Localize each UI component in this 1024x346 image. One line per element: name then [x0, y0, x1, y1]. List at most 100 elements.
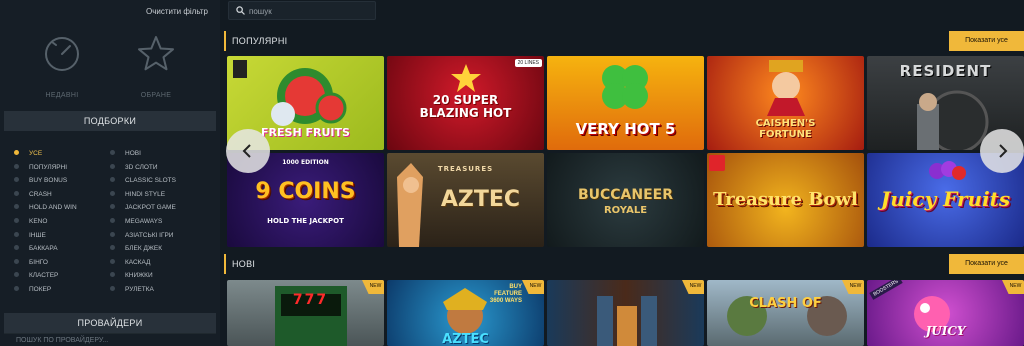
game-title: JUICY [925, 324, 966, 338]
game-tile-very-hot-5[interactable]: VERY HOT 5 [547, 56, 704, 150]
casino-lobby: Очистити фільтр НЕДАВНІ ОБРАНЕ ПОДБОРКИ … [0, 0, 1024, 346]
game-title: AZTEC [442, 332, 489, 346]
radio-dot-icon [110, 231, 115, 237]
category-item[interactable]: ПОКЕР [14, 284, 51, 295]
game-title: 9 COINS [255, 179, 356, 204]
carousel-prev-button[interactable] [226, 129, 270, 173]
clock-icon [45, 37, 79, 71]
category-item[interactable]: MEGAWAYS [110, 216, 162, 227]
recent-label: НЕДАВНІ [45, 92, 79, 99]
clover-icon [602, 65, 648, 109]
resident-art [917, 90, 989, 150]
radio-dot-icon [14, 163, 19, 169]
category-item[interactable]: КНИЖКИ [110, 270, 153, 281]
category-item[interactable]: CRASH [14, 189, 52, 200]
category-item[interactable]: 3D СЛОТИ [110, 162, 158, 173]
new-heading: НОВІ [224, 254, 255, 274]
game-pretitle: TREASURES [437, 165, 494, 173]
popular-heading: ПОПУЛЯРНІ [224, 31, 287, 51]
favorites-label: ОБРАНЕ [140, 92, 172, 99]
game-title: VERY HOT 5 [575, 120, 676, 138]
chevron-left-icon [242, 144, 251, 158]
radio-dot-icon [14, 204, 19, 210]
game-title: Juicy Fruits [880, 187, 1011, 211]
game-title: 777 [292, 292, 329, 308]
game-tile-new[interactable]: CLASH OF NEW [707, 280, 864, 346]
new-badge: NEW [1002, 280, 1024, 294]
category-item[interactable]: JACKPOT GAME [110, 202, 176, 213]
radio-dot-icon [110, 272, 115, 278]
category-item[interactable]: BUY BONUS [14, 175, 67, 186]
category-item[interactable]: КЛАСТЕР [14, 270, 58, 281]
category-item[interactable]: НОВІ [110, 148, 141, 159]
radio-dot-icon [14, 177, 19, 183]
game-title: BUCCANEER [577, 187, 674, 203]
providers-heading: ПРОВАЙДЕРИ [4, 313, 216, 333]
radio-dot-icon [110, 190, 115, 196]
category-item[interactable]: CLASSIC SLOTS [110, 175, 176, 186]
category-item[interactable]: КАСКАД [110, 257, 150, 268]
lines-badge: 20 LINES [514, 59, 542, 67]
category-item[interactable]: KENO [14, 216, 47, 227]
game-title: CAISHEN'S FORTUNE [755, 118, 816, 140]
game-title: Treasure Bowl [713, 189, 858, 210]
radio-dot-icon [14, 190, 19, 196]
radio-dot-icon [110, 245, 115, 251]
category-item[interactable]: БЛЕК ДЖЕК [110, 243, 162, 254]
new-badge: NEW [522, 280, 544, 294]
monsters-art [727, 296, 847, 336]
provider-logo-icon [709, 155, 725, 171]
new-badge: NEW [682, 280, 704, 294]
clear-filter-link[interactable]: Очистити фільтр [146, 7, 208, 16]
category-item[interactable]: HINDI STYLE [110, 189, 165, 200]
recent-button[interactable]: НЕДАВНІ [22, 30, 102, 110]
radio-dot-icon [14, 286, 19, 291]
collections-heading: ПОДБОРКИ [4, 111, 216, 131]
radio-dot-icon [14, 272, 19, 278]
category-item[interactable]: УСЕ [14, 148, 42, 159]
game-title: RESIDENT [899, 62, 992, 80]
radio-dot-icon [14, 231, 19, 237]
category-item[interactable]: ПОПУЛЯРНІ [14, 162, 67, 173]
game-subtitle: HOLD THE JACKPOT [267, 217, 344, 225]
search-input[interactable] [249, 4, 369, 18]
game-tile-new[interactable]: NEW [547, 280, 704, 346]
radio-dot-icon [110, 163, 115, 169]
category-item[interactable]: РУЛЕТКА [110, 284, 154, 295]
grapes-icon [929, 161, 966, 180]
category-item[interactable]: АЗІАТСЬКІ ІГРИ [110, 230, 173, 241]
radio-dot-icon [110, 218, 115, 223]
carousel-next-button[interactable] [980, 129, 1024, 173]
sidebar: Очистити фільтр НЕДАВНІ ОБРАНЕ ПОДБОРКИ … [0, 0, 220, 346]
boosters-ribbon: BOOSTERS [869, 280, 903, 300]
game-tile-treasure-bowl[interactable]: Treasure Bowl [707, 153, 864, 247]
game-tile-new[interactable]: 777 NEW [227, 280, 384, 346]
game-tile-caishens-fortune[interactable]: CAISHEN'S FORTUNE [707, 56, 864, 150]
game-title: AZTEC [440, 187, 521, 212]
radio-dot-icon [110, 150, 115, 155]
star-logo-icon [451, 64, 481, 92]
search-icon [236, 6, 245, 15]
show-all-popular-button[interactable]: Показати усе [949, 31, 1024, 51]
game-tile-20-super-blazing-hot[interactable]: 20 LINES 20 SUPER BLAZING HOT [387, 56, 544, 150]
quick-filters: НЕДАВНІ ОБРАНЕ [0, 30, 220, 110]
game-title: 20 SUPER BLAZING HOT [419, 93, 512, 120]
radio-dot-icon [110, 258, 115, 264]
temple-art [597, 296, 657, 346]
provider-search-input[interactable]: ПОШУК ПО ПРОВАЙДЕРУ... [4, 333, 216, 346]
radio-dot-icon [110, 204, 115, 210]
game-tile-buccaneer-royale[interactable]: BUCCANEER ROYALE [547, 153, 704, 247]
star-icon [138, 36, 174, 71]
game-subtitle: ROYALE [603, 205, 648, 216]
game-tile-new[interactable]: BUY FEATURE 3600 WAYS AZTEC NEW [387, 280, 544, 346]
radio-dot-icon [14, 245, 19, 251]
game-tile-treasures-of-aztec[interactable]: TREASURES AZTEC [387, 153, 544, 247]
show-all-new-button[interactable]: Показати усе [949, 254, 1024, 274]
favorites-button[interactable]: ОБРАНЕ [116, 30, 196, 110]
category-item[interactable]: БАККАРА [14, 243, 58, 254]
category-item[interactable]: ІНШЕ [14, 230, 46, 241]
category-item[interactable]: HOLD AND WIN [14, 202, 77, 213]
game-tile-new[interactable]: BOOSTERS JUICY NEW [867, 280, 1024, 346]
radio-dot-icon [14, 150, 19, 155]
category-item[interactable]: БІНГО [14, 257, 48, 268]
